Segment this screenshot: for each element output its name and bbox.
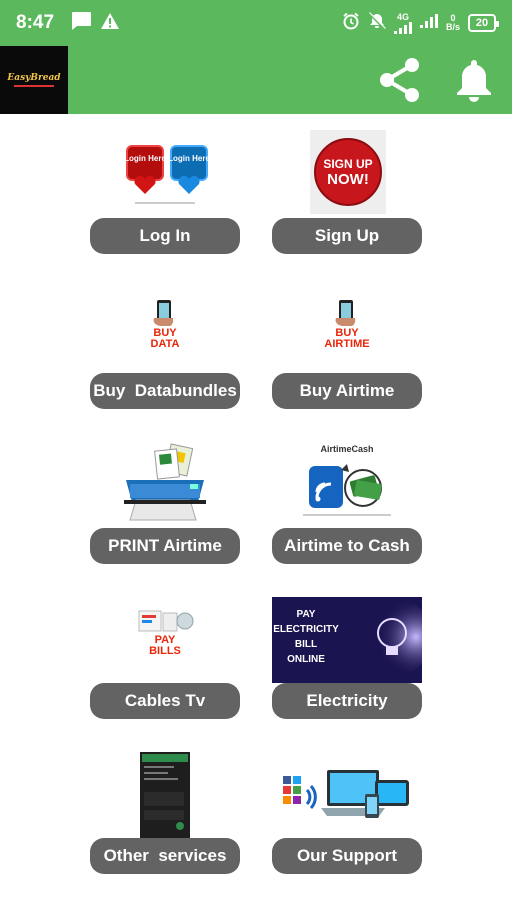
warning-icon <box>100 12 120 35</box>
battery-indicator: 20 <box>468 14 499 32</box>
logo-underline <box>14 85 54 87</box>
share-icon[interactable] <box>376 56 424 104</box>
signup-image-text-2: NOW! <box>327 171 369 188</box>
mute-icon <box>368 11 386 35</box>
buy-airtime-button[interactable]: Buy Airtime <box>272 373 422 409</box>
electricity-text-2: ELECTRICITY <box>273 624 339 635</box>
other-services-image <box>140 752 190 838</box>
data-rate: 0 B/s <box>446 14 460 32</box>
battery-level: 20 <box>475 17 489 29</box>
bell-icon[interactable] <box>450 56 498 104</box>
alarm-icon <box>342 12 360 35</box>
buy-airtime-image: BUY AIRTIME <box>272 289 422 359</box>
cell-signal-1: 4G <box>393 11 412 34</box>
electricity-text-3: BILL <box>295 639 317 650</box>
login-image: Login Here Login Here <box>90 130 240 214</box>
login-button[interactable]: Log In <box>90 218 240 254</box>
our-support-button[interactable]: Our Support <box>272 838 422 874</box>
electricity-text-4: ONLINE <box>287 654 325 665</box>
print-airtime-image <box>90 440 240 524</box>
logo-text: EasyBread <box>7 73 61 83</box>
print-airtime-button[interactable]: PRINT Airtime <box>90 528 240 564</box>
buy-data-text-2: DATA <box>150 338 180 350</box>
status-bar: 8:47 4G 0 B/s 20 <box>0 0 512 46</box>
signup-image-text-1: SIGN UP <box>323 157 372 171</box>
login-image-text-1: Login Here <box>124 154 166 163</box>
signup-button[interactable]: Sign Up <box>272 218 422 254</box>
other-services-button[interactable]: Other services <box>90 838 240 874</box>
status-time: 8:47 <box>16 12 55 33</box>
network-type: 4G <box>396 11 409 22</box>
cables-tv-image: PAY BILLS <box>90 599 240 665</box>
our-support-image <box>272 750 422 836</box>
cables-tv-text-2: BILLS <box>149 645 181 657</box>
buy-data-image: BUY DATA <box>90 289 240 359</box>
electricity-image: PAY ELECTRICITY BILL ONLINE <box>272 597 422 683</box>
cell-signal-2 <box>419 13 438 33</box>
app-logo: EasyBread <box>0 46 68 114</box>
airtime-cash-brand: AirtimeCash <box>320 444 374 454</box>
electricity-button[interactable]: Electricity <box>272 683 422 719</box>
buy-airtime-text-2: AIRTIME <box>324 338 370 350</box>
message-icon <box>70 11 92 36</box>
airtime-to-cash-button[interactable]: Airtime to Cash <box>272 528 422 564</box>
buy-data-button[interactable]: Buy Databundles <box>90 373 240 409</box>
airtime-to-cash-image: AirtimeCash <box>272 440 422 524</box>
data-rate-unit: B/s <box>445 22 460 32</box>
signup-image: SIGN UP NOW! <box>310 130 386 214</box>
login-image-text-2: Login Here <box>168 154 210 163</box>
electricity-text-1: PAY <box>297 609 316 620</box>
app-bar: EasyBread <box>0 46 512 114</box>
cables-tv-button[interactable]: Cables Tv <box>90 683 240 719</box>
